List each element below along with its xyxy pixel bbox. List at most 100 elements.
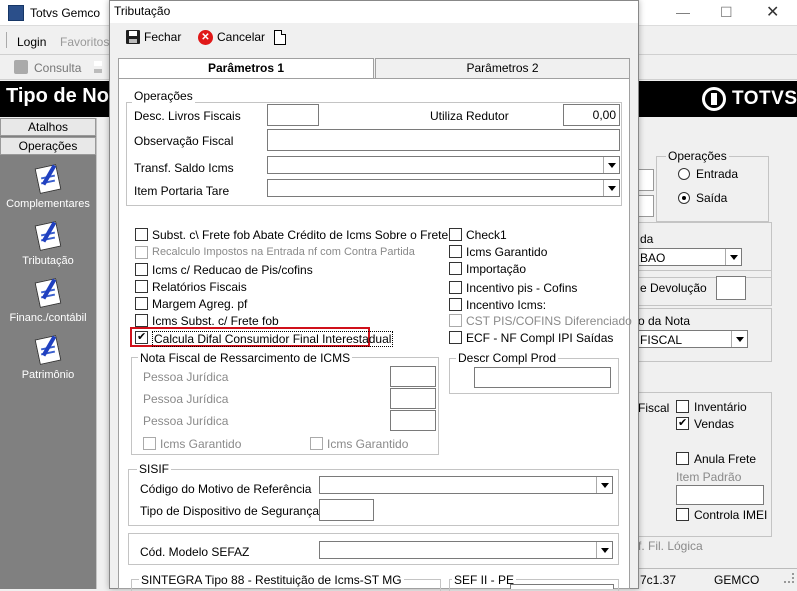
- cod-modelo-combo[interactable]: [319, 541, 613, 559]
- sidebar-tab-atalhos[interactable]: Atalhos: [0, 118, 96, 136]
- save-icon: [126, 30, 140, 44]
- menu-login[interactable]: Login: [17, 35, 46, 49]
- app-logo-icon: [8, 5, 24, 21]
- operacoes-group-label: Operações: [132, 89, 195, 103]
- check-label: CST PIS/COFINS Diferenciado: [466, 314, 632, 328]
- toolbar-consulta[interactable]: Consulta: [34, 61, 81, 75]
- sidebar-item-label: Tributação: [22, 255, 74, 267]
- item-padrao-field[interactable]: [676, 485, 764, 505]
- operacoes-group-label: Operações: [666, 149, 729, 163]
- check-margem-agreg[interactable]: [135, 297, 148, 310]
- tab-parametros-1[interactable]: Parâmetros 1: [118, 58, 374, 79]
- obs-fiscal-label: Observação Fiscal: [134, 134, 234, 148]
- menu-favoritos[interactable]: Favoritos: [60, 35, 109, 49]
- check-relatorios-fiscais[interactable]: [135, 280, 148, 293]
- sidebar-item-label: Patrimônio: [21, 369, 75, 381]
- chevron-down-icon[interactable]: [596, 477, 612, 493]
- cancelar-button[interactable]: ✕ Cancelar: [198, 27, 265, 47]
- check-check1[interactable]: [449, 228, 462, 241]
- check-importacao[interactable]: [449, 262, 462, 275]
- chevron-down-icon[interactable]: [725, 249, 741, 265]
- controla-imei-checkbox[interactable]: [676, 508, 689, 521]
- desc-livros-field[interactable]: [267, 104, 319, 126]
- check-icms-garantido[interactable]: [449, 245, 462, 258]
- inventario-checkbox[interactable]: [676, 400, 689, 413]
- minimize-icon[interactable]: —: [676, 4, 690, 20]
- check-label: Importação: [466, 262, 527, 276]
- check-label: ECF - NF Compl IPI Saídas: [466, 331, 614, 345]
- anula-frete-checkbox[interactable]: [676, 452, 689, 465]
- maximize-icon[interactable]: ☐: [720, 4, 733, 21]
- operacoes-radio-group: [656, 156, 769, 222]
- brand-text: TOTVS: [732, 88, 797, 109]
- tab-parametros-2[interactable]: Parâmetros 2: [375, 58, 630, 78]
- utiliza-redutor-label: Utiliza Redutor: [430, 109, 509, 123]
- obs-fiscal-field[interactable]: [267, 129, 620, 151]
- fiscal-combo-value: FISCAL: [640, 333, 683, 347]
- tipo-dispositivo-field[interactable]: [319, 499, 374, 521]
- fil-logica-label: f. Fil. Lógica: [638, 539, 703, 553]
- check-icms-reducao-pis[interactable]: [135, 263, 148, 276]
- chevron-down-icon[interactable]: [603, 180, 619, 196]
- icms-garantido-label: Icms Garantido: [327, 437, 409, 451]
- check-cst-pis-cofins: [449, 314, 462, 327]
- icms-garantido-label: Icms Garantido: [160, 437, 242, 451]
- tipo-dispositivo-label: Tipo de Dispositivo de Segurança: [140, 504, 319, 518]
- sidebar-item-financ-contabil[interactable]: Financ./contábil: [0, 277, 96, 324]
- resize-grip-icon[interactable]: [784, 573, 794, 583]
- sef-field[interactable]: [510, 584, 614, 589]
- da-nota-label: o da Nota: [638, 314, 691, 328]
- fechar-label: Fechar: [144, 30, 182, 44]
- utiliza-redutor-field[interactable]: 0,00: [563, 104, 620, 126]
- pessoa-juridica-field[interactable]: [390, 410, 436, 431]
- sidebar-tab-operacoes[interactable]: Operações: [0, 137, 96, 155]
- item-portaria-combo[interactable]: [267, 179, 620, 197]
- fechar-button[interactable]: Fechar: [126, 27, 181, 47]
- main-window-title: Totvs Gemco: [30, 6, 101, 20]
- bg-field-fragment: [638, 195, 654, 217]
- sidebar-item-patrimonio[interactable]: Patrimônio: [0, 334, 96, 381]
- bg-combo[interactable]: BAO: [638, 248, 742, 266]
- check-label: Recalculo Impostos na Entrada nf com Con…: [152, 246, 415, 258]
- radio-saida[interactable]: [678, 192, 690, 204]
- sintegra-group-label: SINTEGRA Tipo 88 - Restituição de Icms-S…: [139, 573, 404, 587]
- new-document-button[interactable]: [274, 27, 286, 47]
- check-ecf-nf-compl[interactable]: [449, 331, 462, 344]
- sisif-group-label: SISIF: [137, 462, 172, 476]
- item-portaria-label: Item Portaria Tare: [134, 184, 230, 198]
- chevron-down-icon[interactable]: [603, 157, 619, 173]
- item-padrao-label: Item Padrão: [676, 470, 742, 484]
- bg-right-panel: Operações Entrada Saída da BAO e Devoluç…: [638, 118, 797, 589]
- check-incentivo-pis[interactable]: [449, 281, 462, 294]
- sidebar-item-tributacao[interactable]: Tributação: [0, 220, 96, 267]
- chevron-down-icon[interactable]: [731, 331, 747, 347]
- fiscal-combo[interactable]: FISCAL: [638, 330, 748, 348]
- sidebar-item-label: Financ./contábil: [9, 312, 87, 324]
- vendas-checkbox[interactable]: [676, 416, 689, 430]
- sidebar-item-complementares[interactable]: Complementares: [0, 163, 96, 210]
- controla-imei-label: Controla IMEI: [694, 508, 768, 522]
- check-label: Check1: [466, 228, 507, 242]
- descr-compl-field[interactable]: [474, 367, 611, 388]
- vendas-label: Vendas: [694, 417, 735, 431]
- codigo-motivo-combo[interactable]: [319, 476, 613, 494]
- chevron-down-icon[interactable]: [596, 542, 612, 558]
- pessoa-juridica-field[interactable]: [390, 388, 436, 409]
- devolucao-field[interactable]: [716, 276, 746, 300]
- check-subst-frete-fob[interactable]: [135, 228, 148, 241]
- check-label: Calcula Difal Consumidor Final Interesta…: [152, 331, 394, 347]
- check-calcula-difal[interactable]: [135, 330, 148, 344]
- pessoa-juridica-label: Pessoa Jurídica: [143, 370, 229, 384]
- transf-saldo-combo[interactable]: [267, 156, 620, 174]
- check-label: Incentivo pis - Cofins: [466, 281, 578, 295]
- check-incentivo-icms[interactable]: [449, 298, 462, 311]
- check-icms-garantido-2: [310, 437, 323, 450]
- pessoa-juridica-field[interactable]: [390, 366, 436, 387]
- radio-saida-label: Saída: [696, 191, 728, 205]
- bg-field-fragment: [638, 169, 654, 191]
- fiscal-label: Fiscal: [638, 401, 670, 415]
- close-icon[interactable]: ✕: [766, 2, 779, 22]
- check-icms-subst-frete[interactable]: [135, 314, 148, 327]
- check-icms-garantido-1: [143, 437, 156, 450]
- radio-entrada[interactable]: [678, 168, 690, 180]
